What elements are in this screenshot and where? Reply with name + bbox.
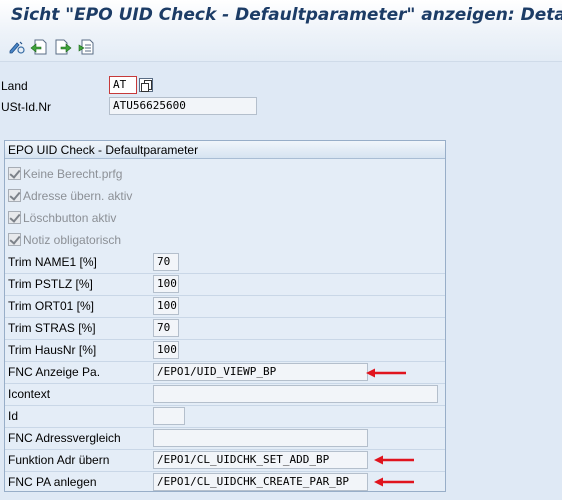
trim-pstlz-label: Trim PSTLZ [%] xyxy=(8,277,93,291)
notiz-obligatorisch-checkbox[interactable] xyxy=(8,233,21,246)
previous-entry-icon[interactable] xyxy=(30,39,48,55)
id-field[interactable] xyxy=(153,407,185,425)
ust-id-label: USt-Id.Nr xyxy=(1,100,52,114)
trim-name1-label: Trim NAME1 [%] xyxy=(8,255,97,269)
land-field[interactable]: AT xyxy=(109,76,137,94)
field-row: Icontext xyxy=(5,383,445,405)
field-row: Trim NAME1 [%] 70 xyxy=(5,251,445,273)
icontext-label: Icontext xyxy=(8,387,51,401)
title-bar: Sicht "EPO UID Check - Defaultparameter"… xyxy=(0,0,562,32)
checkbox-row: Adresse übern. aktiv xyxy=(5,185,445,207)
trim-name1-field[interactable]: 70 xyxy=(153,253,179,271)
trim-pstlz-field[interactable]: 100 xyxy=(153,275,179,293)
field-row: Trim HausNr [%] 100 xyxy=(5,339,445,361)
loeschbutton-checkbox[interactable] xyxy=(8,211,21,224)
field-row: FNC Adressvergleich xyxy=(5,427,445,449)
fnc-pa-anlegen-field[interactable]: /EPO1/CL_UIDCHK_CREATE_PAR_BP xyxy=(153,473,368,491)
trim-ort01-field[interactable]: 100 xyxy=(153,297,179,315)
defaultparameter-group: EPO UID Check - Defaultparameter Keine B… xyxy=(4,140,446,492)
fnc-pa-anlegen-label: FNC PA anlegen xyxy=(8,475,97,489)
field-row: Trim STRAS [%] 70 xyxy=(5,317,445,339)
land-label: Land xyxy=(1,79,28,93)
checkbox-row: Löschbutton aktiv xyxy=(5,207,445,229)
select-entry-icon[interactable] xyxy=(78,39,96,55)
ust-id-field[interactable]: ATU56625600 xyxy=(109,97,257,115)
checkbox-row: Keine Berecht.prfg xyxy=(5,163,445,185)
trim-stras-field[interactable]: 70 xyxy=(153,319,179,337)
icontext-field[interactable] xyxy=(153,385,438,403)
checkbox-label: Löschbutton aktiv xyxy=(23,211,117,225)
next-entry-icon[interactable] xyxy=(54,39,72,55)
fnc-adressvergleich-label: FNC Adressvergleich xyxy=(8,431,121,445)
field-row: Id xyxy=(5,405,445,427)
checkbox-row: Notiz obligatorisch xyxy=(5,229,445,251)
fnc-adressvergleich-field[interactable] xyxy=(153,429,368,447)
group-title: EPO UID Check - Defaultparameter xyxy=(5,141,445,159)
annotation-arrow-icon xyxy=(374,455,414,465)
funktion-adr-uebern-field[interactable]: /EPO1/CL_UIDCHK_SET_ADD_BP xyxy=(153,451,368,469)
copy-value-icon[interactable] xyxy=(139,78,153,92)
adresse-uebern-checkbox[interactable] xyxy=(8,189,21,202)
display-change-icon[interactable] xyxy=(8,39,26,55)
funktion-adr-uebern-label: Funktion Adr übern xyxy=(8,453,110,467)
fnc-anzeige-label: FNC Anzeige Pa. xyxy=(8,365,101,379)
trim-ort01-label: Trim ORT01 [%] xyxy=(8,299,95,313)
keine-berecht-checkbox[interactable] xyxy=(8,167,21,180)
trim-stras-label: Trim STRAS [%] xyxy=(8,321,96,335)
trim-hausnr-field[interactable]: 100 xyxy=(153,341,179,359)
checkbox-label: Adresse übern. aktiv xyxy=(23,189,133,203)
annotation-arrow-icon xyxy=(374,477,414,487)
field-row: Trim ORT01 [%] 100 xyxy=(5,295,445,317)
checkbox-label: Notiz obligatorisch xyxy=(23,233,122,247)
checkbox-label: Keine Berecht.prfg xyxy=(23,167,123,181)
annotation-arrow-icon xyxy=(366,368,406,378)
page-title: Sicht "EPO UID Check - Defaultparameter"… xyxy=(11,5,562,25)
fnc-anzeige-field[interactable]: /EPO1/UID_VIEWP_BP xyxy=(153,363,368,381)
id-label: Id xyxy=(8,409,19,423)
trim-hausnr-label: Trim HausNr [%] xyxy=(8,343,97,357)
application-toolbar xyxy=(0,32,562,62)
field-row: Trim PSTLZ [%] 100 xyxy=(5,273,445,295)
